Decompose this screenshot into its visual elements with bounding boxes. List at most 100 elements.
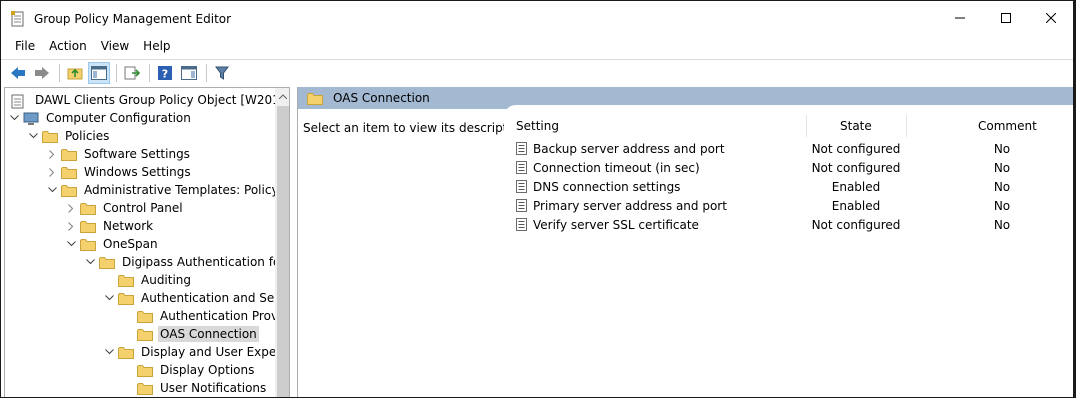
chevron-down-icon[interactable] — [102, 289, 116, 307]
setting-comment: No — [993, 141, 1011, 156]
folder-icon — [42, 130, 58, 143]
tree-node-label: Computer Configuration — [46, 111, 191, 125]
setting-state: Enabled — [831, 179, 881, 194]
tree-node-label: Software Settings — [84, 147, 190, 161]
tree-node-label: Display Options — [160, 363, 255, 377]
tree-node[interactable]: Authentication Provi — [121, 307, 283, 325]
tree-node[interactable]: Digipass Authentication for — [83, 253, 287, 271]
tree-node[interactable]: Administrative Templates: Policy de — [45, 181, 289, 199]
policy-setting-icon — [516, 199, 528, 212]
close-button[interactable] — [1028, 1, 1073, 35]
chevron-right-icon[interactable] — [45, 163, 59, 181]
tree-scrollbar[interactable] — [275, 88, 289, 397]
minimize-button[interactable] — [937, 1, 983, 35]
chevron-down-icon[interactable] — [83, 253, 97, 271]
setting-state: Not configured — [811, 141, 901, 156]
policy-doc-icon — [11, 94, 27, 108]
folder-icon — [118, 274, 134, 287]
chevron-right-icon[interactable] — [45, 145, 59, 163]
tree-node-label: DAWL Clients Group Policy Object [W2016S… — [35, 93, 290, 107]
setting-cell: Verify server SSL certificate — [516, 215, 699, 234]
tree-node[interactable]: Display and User Experie — [102, 343, 289, 361]
tree-node[interactable]: Software Settings — [45, 145, 192, 163]
chevron-up-icon — [279, 94, 287, 99]
tree-node-label: Control Panel — [103, 201, 183, 215]
tree-node-label: Network — [103, 219, 154, 233]
setting-row[interactable]: Connection timeout (in sec) Not configure… — [504, 158, 1073, 177]
tree-node[interactable]: Policies — [26, 127, 111, 145]
tree-node[interactable]: DAWL Clients Group Policy Object [W2016S… — [7, 91, 290, 109]
setting-name: DNS connection settings — [533, 179, 681, 194]
back-button[interactable] — [7, 62, 29, 84]
menu-help[interactable]: Help — [136, 35, 177, 57]
setting-cell: DNS connection settings — [516, 177, 680, 196]
tree-node[interactable]: Authentication and Secu — [102, 289, 289, 307]
chevron-right-icon[interactable] — [64, 199, 78, 217]
filter-icon — [215, 66, 229, 80]
setting-name: Primary server address and port — [533, 198, 727, 213]
chevron-down-icon[interactable] — [26, 127, 40, 145]
setting-name: Verify server SSL certificate — [533, 217, 699, 232]
settings-list: Setting State Comment Backup server addr… — [504, 105, 1073, 397]
chevron-right-icon[interactable] — [64, 217, 78, 235]
folder-icon — [137, 328, 153, 341]
minimize-icon — [955, 17, 965, 19]
chevron-down-icon[interactable] — [64, 235, 78, 253]
setting-name: Connection timeout (in sec) — [533, 160, 700, 175]
tree-node[interactable]: Auditing — [102, 271, 193, 289]
folder-icon — [99, 256, 115, 269]
tree-node-label: Policies — [65, 129, 110, 143]
tree-node-label: Authentication and Secu — [141, 291, 289, 305]
chevron-down-icon[interactable] — [102, 343, 116, 361]
close-icon — [1046, 13, 1056, 23]
export-list-button[interactable] — [121, 62, 143, 84]
tree-node[interactable]: OneSpan — [64, 235, 160, 253]
tree-node-label: Auditing — [141, 273, 192, 287]
export-list-icon — [124, 66, 140, 79]
toolbar-separator — [59, 63, 60, 82]
scroll-up-button[interactable] — [275, 88, 289, 105]
setting-state: Not configured — [811, 160, 901, 175]
scroll-thumb[interactable] — [277, 106, 289, 397]
show-action-pane-button[interactable] — [178, 62, 200, 84]
column-header-state[interactable]: State — [840, 113, 872, 139]
setting-cell: Primary server address and port — [516, 196, 727, 215]
toolbar-separator — [116, 63, 117, 82]
menu-view[interactable]: View — [94, 35, 136, 57]
tree-node[interactable]: Windows Settings — [45, 163, 193, 181]
setting-state: Not configured — [811, 217, 901, 232]
tree-node[interactable]: Control Panel — [64, 199, 185, 217]
forward-button[interactable] — [31, 62, 53, 84]
setting-cell: Backup server address and port — [516, 139, 725, 158]
description-text: Select an item to view its description. — [303, 121, 530, 135]
column-header-comment[interactable]: Comment — [978, 113, 1037, 139]
chevron-down-icon[interactable] — [45, 181, 59, 199]
tree-node[interactable]: OAS Connection — [121, 325, 259, 343]
setting-row[interactable]: DNS connection settings Enabled No — [504, 177, 1073, 196]
setting-row[interactable]: Backup server address and port Not config… — [504, 139, 1073, 158]
help-button[interactable]: ? — [154, 62, 176, 84]
folder-icon — [118, 292, 134, 305]
tree-node[interactable]: Display Options — [121, 361, 256, 379]
tree-node[interactable]: Computer Configuration — [7, 109, 193, 127]
tree-node[interactable]: Network — [64, 217, 155, 235]
setting-row[interactable]: Verify server SSL certificate Not configu… — [504, 215, 1073, 234]
column-divider[interactable] — [906, 115, 907, 137]
setting-row[interactable]: Primary server address and port Enabled No — [504, 196, 1073, 215]
toolbar-separator — [206, 63, 207, 82]
tree-node[interactable]: User Notifications — [121, 379, 268, 397]
folder-icon — [61, 166, 77, 179]
filter-button[interactable] — [211, 62, 233, 84]
chevron-down-icon[interactable] — [7, 109, 21, 127]
column-divider[interactable] — [806, 115, 807, 137]
maximize-button[interactable] — [983, 1, 1029, 35]
menu-action[interactable]: Action — [42, 35, 94, 57]
tree-node-label: Digipass Authentication for — [122, 255, 286, 269]
setting-cell: Connection timeout (in sec) — [516, 158, 700, 177]
up-one-level-button[interactable] — [64, 62, 86, 84]
back-arrow-icon — [11, 66, 25, 79]
menu-file[interactable]: File — [8, 35, 42, 57]
show-hide-console-tree-button[interactable] — [88, 61, 110, 84]
column-header-setting[interactable]: Setting — [516, 113, 559, 139]
folder-icon — [137, 310, 153, 323]
